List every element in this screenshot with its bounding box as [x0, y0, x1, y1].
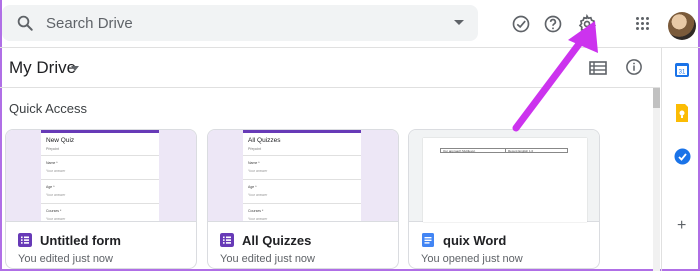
search-box[interactable]: Search Drive: [2, 5, 478, 41]
form-question: Age * Your answer: [41, 180, 159, 204]
form-question: Courses * Your answer: [243, 204, 361, 221]
question-answer: Your answer: [248, 169, 268, 173]
doc-table: Our approach Multilevel. Recent English …: [440, 148, 568, 153]
card-subtitle: You edited just now: [18, 253, 113, 265]
form-preview-subtitle: Přepoint: [248, 147, 262, 151]
search-input[interactable]: Search Drive: [46, 15, 133, 32]
form-question: Courses * Your answer: [41, 204, 159, 221]
question-answer: Your answer: [46, 217, 66, 221]
card-subtitle: You edited just now: [220, 253, 315, 265]
question-label: Name *: [248, 161, 260, 165]
docs-icon: [422, 233, 434, 247]
quick-access-card-untitled-form[interactable]: New Quiz Přepoint Name * Your answer Age…: [5, 129, 197, 269]
question-label: Courses *: [46, 209, 62, 213]
my-drive-title[interactable]: My Drive: [9, 58, 76, 78]
doc-table-divider: [505, 149, 506, 152]
tasks-icon[interactable]: [674, 148, 691, 165]
svg-text:31: 31: [679, 70, 686, 76]
question-label: Age *: [46, 185, 55, 189]
annotation-arrow: [512, 21, 598, 132]
doc-table-cell: Our approach Multilevel.: [443, 149, 476, 153]
form-sheet: New Quiz Přepoint Name * Your answer Age…: [41, 130, 159, 221]
form-question: Age * Your answer: [243, 180, 361, 204]
doc-preview: Our approach Multilevel. Recent English …: [409, 130, 599, 222]
form-preview: New Quiz Přepoint Name * Your answer Age…: [6, 130, 196, 222]
doc-table-cell: Recent English 1.0: [508, 149, 534, 153]
form-sheet: All Quizzes Přepoint Name * Your answer …: [243, 130, 361, 221]
keep-icon[interactable]: [675, 104, 689, 122]
apps-grid-icon[interactable]: [636, 17, 650, 31]
forms-icon: [18, 233, 32, 247]
add-icon[interactable]: +: [677, 218, 686, 234]
card-title: Untitled form: [40, 233, 121, 248]
details-info-icon[interactable]: [625, 58, 643, 76]
form-preview-title: All Quizzes: [248, 137, 281, 144]
doc-page: Our approach Multilevel. Recent English …: [423, 138, 587, 222]
scrollbar-thumb[interactable]: [653, 88, 660, 108]
form-header: New Quiz Přepoint: [41, 130, 159, 156]
card-title: quix Word: [443, 233, 507, 248]
question-answer: Your answer: [248, 217, 268, 221]
side-panel: 31: [661, 48, 700, 271]
search-options-icon[interactable]: [454, 20, 464, 25]
search-icon: [17, 15, 33, 31]
main-scrollbar[interactable]: [653, 88, 660, 271]
form-preview: All Quizzes Přepoint Name * Your answer …: [208, 130, 398, 222]
card-subtitle: You opened just now: [421, 253, 523, 265]
form-question: Name * Your answer: [243, 156, 361, 180]
calendar-icon[interactable]: 31: [674, 62, 690, 78]
question-answer: Your answer: [248, 193, 268, 197]
form-preview-title: New Quiz: [46, 137, 75, 144]
form-preview-subtitle: Přepoint: [46, 147, 60, 151]
account-avatar[interactable]: [668, 12, 696, 40]
form-question: Name * Your answer: [41, 156, 159, 180]
question-label: Courses *: [248, 209, 264, 213]
question-answer: Your answer: [46, 193, 66, 197]
forms-icon: [220, 233, 234, 247]
quick-access-title: Quick Access: [9, 101, 88, 116]
question-label: Age *: [248, 185, 257, 189]
question-label: Name *: [46, 161, 58, 165]
quick-access-card-all-quizzes[interactable]: All Quizzes Přepoint Name * Your answer …: [207, 129, 399, 269]
my-drive-dropdown-icon[interactable]: [71, 66, 79, 71]
quick-access-card-quix-word[interactable]: Our approach Multilevel. Recent English …: [408, 129, 600, 269]
form-header: All Quizzes Přepoint: [243, 130, 361, 156]
card-title: All Quizzes: [242, 233, 312, 248]
question-answer: Your answer: [46, 169, 66, 173]
